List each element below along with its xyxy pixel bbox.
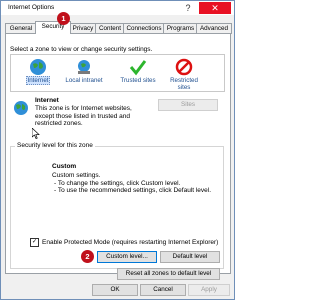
zone-description: This zone is for Internet websites, exce… — [35, 105, 132, 127]
sites-button[interactable]: Sites — [158, 99, 218, 111]
protected-mode-checkbox[interactable]: ✓ — [30, 238, 39, 247]
zones-instruction: Select a zone to view or change security… — [10, 46, 153, 53]
custom-line: - To change the settings, click Custom l… — [54, 179, 181, 187]
zone-internet-label: Internet — [25, 76, 51, 85]
zone-list: Internet Local intranet Trusted sites Re… — [10, 54, 225, 92]
annotation-marker-1: 1 — [57, 12, 70, 25]
zone-trusted-sites[interactable]: Trusted sites — [117, 58, 159, 84]
window-title: Internet Options — [8, 4, 55, 11]
custom-description: Custom settings. - To change the setting… — [52, 172, 211, 195]
help-button[interactable]: ? — [181, 2, 195, 14]
ok-button[interactable]: OK — [92, 284, 138, 296]
zone-heading: Internet — [35, 97, 59, 104]
zone-local-intranet[interactable]: Local intranet — [63, 58, 105, 84]
cancel-button[interactable]: Cancel — [140, 284, 186, 296]
custom-line: - To use the recommended settings, click… — [54, 187, 212, 194]
default-level-button[interactable]: Default level — [160, 251, 220, 263]
custom-heading: Custom — [52, 163, 77, 170]
checkmark-icon — [129, 58, 147, 76]
security-level-label: Security level for this zone — [15, 142, 95, 149]
annotation-marker-2: 2 — [81, 250, 94, 263]
intranet-icon — [75, 58, 93, 76]
zone-trusted-sites-label: Trusted sites — [120, 77, 156, 84]
globe-icon — [13, 100, 29, 116]
no-entry-icon — [175, 58, 193, 76]
protected-mode-row[interactable]: ✓ Enable Protected Mode (requires restart… — [30, 238, 218, 247]
protected-mode-label: Enable Protected Mode (requires restarti… — [42, 239, 219, 247]
zone-restricted-sites[interactable]: Restricted sites — [163, 58, 205, 91]
apply-button[interactable]: Apply — [188, 284, 230, 296]
zone-restricted-sites-label: Restricted sites — [170, 77, 198, 91]
custom-line: Custom settings. — [52, 172, 101, 179]
reset-all-zones-button[interactable]: Reset all zones to default level — [117, 268, 220, 280]
close-button[interactable]: ✕ — [199, 2, 231, 14]
globe-icon — [29, 58, 47, 76]
zone-local-intranet-label: Local intranet — [65, 77, 103, 84]
title-bar: Internet Options ? ✕ — [1, 1, 234, 15]
zone-internet[interactable]: Internet — [17, 58, 59, 85]
custom-level-button[interactable]: Custom level... — [97, 251, 157, 263]
